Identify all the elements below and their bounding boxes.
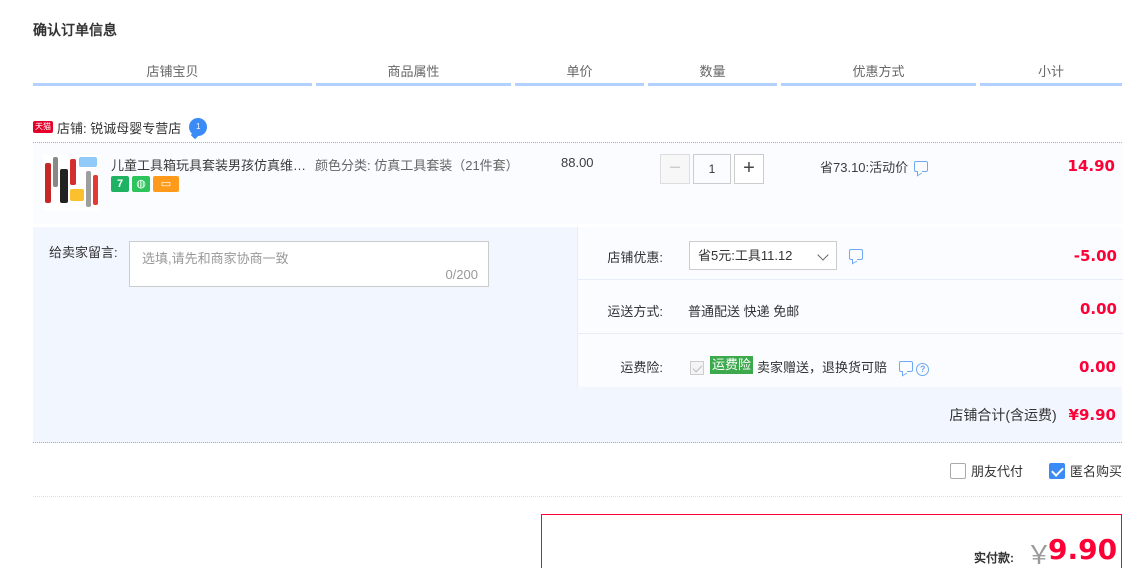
shop-row: 天猫 店铺: 锐诚母婴专营店 1 xyxy=(33,116,208,138)
shipping-value: 0.00 xyxy=(1079,300,1117,318)
unit-price: 88.00 xyxy=(561,155,594,170)
seven-day-return-icon[interactable]: 7 xyxy=(111,176,129,192)
chat-badge: 1 xyxy=(196,122,201,131)
item-subtotal: 14.90 xyxy=(1067,157,1115,175)
quantity-stepper: − 1 + xyxy=(660,154,764,184)
shop-coupon-value: -5.00 xyxy=(1073,247,1117,265)
insurance-checkbox[interactable] xyxy=(690,361,704,375)
memo-textarea[interactable]: 选填,请先和商家协商一致 0/200 xyxy=(129,241,489,287)
shop-name-link[interactable]: 店铺: 锐诚母婴专营店 xyxy=(57,118,181,137)
shop-total-label: 店铺合计(含运费) xyxy=(949,407,1057,423)
column-price: 单价 xyxy=(515,60,644,86)
shop-coupon-label: 店铺优惠: xyxy=(607,250,663,265)
column-attribute: 商品属性 xyxy=(316,60,511,86)
insurance-badge: 运费险 xyxy=(710,356,754,374)
column-item: 店铺宝贝 xyxy=(33,60,312,86)
credit-card-icon[interactable]: ▭ xyxy=(153,176,179,192)
product-attribute: 颜色分类: 仿真工具套装（21件套） xyxy=(315,158,519,173)
divider xyxy=(33,496,1122,497)
order-options-panel: 店铺优惠: 省5元:工具11.12 -5.00 运送方式: 普通配送 快递 免邮… xyxy=(577,227,1123,387)
friend-pay-label: 朋友代付 xyxy=(970,464,1023,479)
column-header: 店铺宝贝 商品属性 单价 数量 优惠方式 小计 xyxy=(33,60,1122,86)
shop-total-value: ¥9.90 xyxy=(1068,406,1116,424)
comment-icon[interactable] xyxy=(849,249,863,260)
increase-button[interactable]: + xyxy=(734,154,764,184)
payment-label: 实付款: xyxy=(974,551,1014,565)
order-item-row: 儿童工具箱玩具套装男孩仿真维修... 7 ◍ ▭ 颜色分类: 仿真工具套装（21… xyxy=(33,142,1122,224)
promotion-text: 省73.10:活动价 xyxy=(820,160,909,175)
shop-coupon-row: 店铺优惠: 省5元:工具11.12 -5.00 xyxy=(578,227,1123,280)
tmall-icon: 天猫 xyxy=(33,121,53,133)
decrease-button[interactable]: − xyxy=(660,154,690,184)
chevron-down-icon xyxy=(817,249,829,261)
payment-summary: 实付款: ￥ 9.90 xyxy=(541,514,1122,568)
friend-pay-option[interactable]: 朋友代付 xyxy=(949,461,1023,480)
comment-icon[interactable] xyxy=(898,361,913,372)
anonymous-checkbox[interactable] xyxy=(1048,462,1065,479)
column-quantity: 数量 xyxy=(648,60,777,86)
guarantee-icon[interactable]: ◍ xyxy=(132,176,150,192)
shop-total: 店铺合计(含运费) ¥9.90 xyxy=(949,405,1116,425)
memo-placeholder: 选填,请先和商家协商一致 xyxy=(142,251,289,266)
memo-label: 给卖家留言: xyxy=(49,245,118,260)
shipping-label: 运送方式: xyxy=(607,304,663,319)
promotion-info: 省73.10:活动价 xyxy=(820,157,929,176)
shop-coupon-select[interactable]: 省5元:工具11.12 xyxy=(689,241,837,270)
insurance-value: 0.00 xyxy=(1078,358,1116,376)
memo-char-count: 0/200 xyxy=(445,267,478,282)
quantity-input[interactable]: 1 xyxy=(693,154,731,184)
shipping-method: 普通配送 快递 免邮 xyxy=(688,304,800,319)
shipping-row: 运送方式: 普通配送 快递 免邮 0.00 xyxy=(578,281,1123,334)
insurance-label: 运费险: xyxy=(620,360,663,375)
insurance-description: 卖家赠送，退换货可赔 xyxy=(757,360,888,375)
shop-coupon-selected: 省5元:工具11.12 xyxy=(698,248,793,263)
help-icon[interactable]: ? xyxy=(916,363,930,376)
friend-pay-checkbox[interactable] xyxy=(949,462,966,479)
chat-icon[interactable]: 1 xyxy=(189,118,208,136)
service-icons: 7 ◍ ▭ xyxy=(111,176,179,192)
payment-amount: 9.90 xyxy=(1048,533,1118,566)
product-title-link[interactable]: 儿童工具箱玩具套装男孩仿真维修... xyxy=(111,155,311,174)
insurance-text: 卖家赠送，退换货可赔 ? xyxy=(757,357,930,376)
anonymous-option[interactable]: 匿名购买 xyxy=(1048,461,1122,480)
order-options: 朋友代付 匿名购买 xyxy=(924,461,1122,480)
column-subtotal: 小计 xyxy=(980,60,1122,86)
order-extras-panel: 给卖家留言: 选填,请先和商家协商一致 0/200 店铺优惠: 省5元:工具11… xyxy=(33,227,1123,443)
page-title: 确认订单信息 xyxy=(33,22,117,38)
anonymous-label: 匿名购买 xyxy=(1069,464,1122,479)
comment-icon[interactable] xyxy=(914,161,929,172)
column-promotion: 优惠方式 xyxy=(781,60,976,86)
product-thumbnail[interactable] xyxy=(43,155,99,211)
